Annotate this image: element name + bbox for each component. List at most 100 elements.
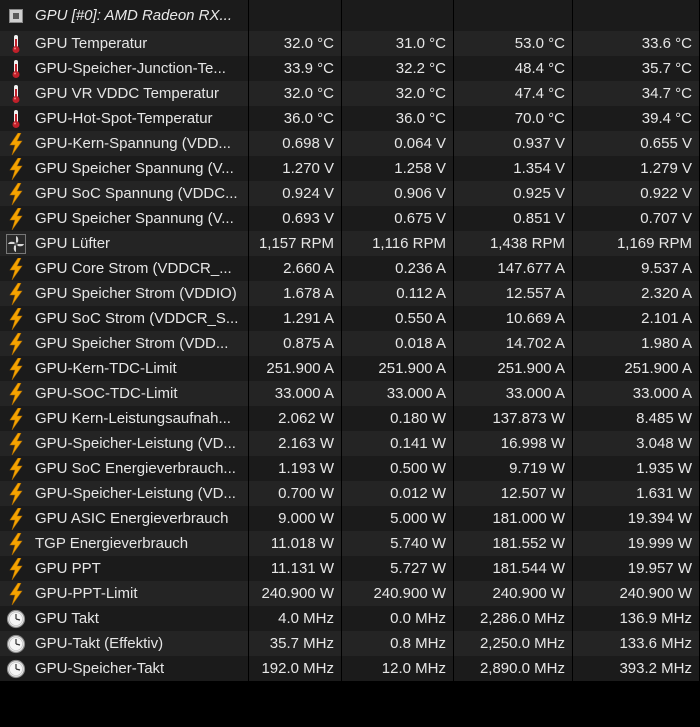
lightning-icon (6, 457, 26, 480)
lightning-icon (6, 382, 26, 405)
sensor-name-cell[interactable]: GPU-PPT-Limit (0, 581, 249, 606)
sensor-row[interactable]: GPU PPT 11.131 W 5.727 W 181.544 W 19.957 W (0, 556, 700, 581)
sensor-name-cell[interactable]: GPU-Speicher-Junction-Te... (0, 56, 249, 81)
sensor-row[interactable]: GPU SoC Spannung (VDDC... 0.924 V 0.906 V0… (0, 181, 700, 206)
sensor-row[interactable]: GPU-Speicher-Leistung (VD... 0.700 W 0.012… (0, 481, 700, 506)
average-value: 9.537 A (573, 256, 700, 281)
sensor-name-cell[interactable]: GPU PPT (0, 556, 249, 581)
sensor-row[interactable]: GPU Kern-Leistungsaufnah... 2.062 W 0.180 … (0, 406, 700, 431)
sensor-name-cell[interactable]: GPU-Hot-Spot-Temperatur (0, 106, 249, 131)
sensor-row[interactable]: GPU SoC Strom (VDDCR_S... 1.291 A 0.550 A1… (0, 306, 700, 331)
average-value: 3.048 W (573, 431, 700, 456)
sensor-name-cell[interactable]: GPU-Kern-Spannung (VDD... (0, 131, 249, 156)
chip-icon (6, 5, 26, 27)
sensor-row[interactable]: GPU Lüfter 1,157 RPM 1,116 RPM 1,438 RPM 1,1… (0, 231, 700, 256)
minimum-value: 0.018 A (342, 331, 454, 356)
sensor-name-cell[interactable]: GPU Speicher Spannung (V... (0, 156, 249, 181)
sensor-name-cell[interactable]: GPU VR VDDC Temperatur (0, 81, 249, 106)
current-value: 192.0 MHz (249, 656, 342, 681)
minimum-value: 0.180 W (342, 406, 454, 431)
sensor-label: GPU Core Strom (VDDCR_... (35, 260, 232, 277)
lightning-icon (6, 182, 26, 205)
sensor-row[interactable]: GPU-Kern-Spannung (VDD... 0.698 V 0.064 V0… (0, 131, 700, 156)
sensor-row[interactable]: GPU ASIC Energieverbrauch 9.000 W 5.000 W1… (0, 506, 700, 531)
sensor-name-cell[interactable]: GPU Core Strom (VDDCR_... (0, 256, 249, 281)
sensor-row[interactable]: GPU-Hot-Spot-Temperatur 36.0 °C 36.0 °C 70.… (0, 106, 700, 131)
sensor-row[interactable]: GPU-Speicher-Junction-Te... 33.9 °C 32.2 °… (0, 56, 700, 81)
maximum-value: 12.557 A (454, 281, 573, 306)
sensor-row[interactable]: GPU-Speicher-Leistung (VD... 2.163 W 0.141… (0, 431, 700, 456)
sensor-row[interactable]: GPU Speicher Spannung (V... 0.693 V 0.675 … (0, 206, 700, 231)
device-header-row[interactable]: GPU [#0]: AMD Radeon RX... (0, 0, 700, 31)
average-value: 2.320 A (573, 281, 700, 306)
lightning-icon (6, 507, 26, 530)
maximum-value: 10.669 A (454, 306, 573, 331)
sensor-label: GPU SoC Energieverbrauch... (35, 460, 236, 477)
sensor-row[interactable]: TGP Energieverbrauch 11.018 W 5.740 W 181.5… (0, 531, 700, 556)
current-value: 36.0 °C (249, 106, 342, 131)
sensor-name-cell[interactable]: GPU Speicher Spannung (V... (0, 206, 249, 231)
sensor-name-cell[interactable]: GPU Lüfter (0, 231, 249, 256)
average-value: 33.6 °C (573, 31, 700, 56)
header-empty-cell (342, 0, 454, 31)
maximum-value: 2,286.0 MHz (454, 606, 573, 631)
sensor-row[interactable]: GPU VR VDDC Temperatur 32.0 °C 32.0 °C 47.4… (0, 81, 700, 106)
current-value: 0.700 W (249, 481, 342, 506)
average-value: 133.6 MHz (573, 631, 700, 656)
sensor-name-cell[interactable]: GPU SoC Strom (VDDCR_S... (0, 306, 249, 331)
sensor-row[interactable]: GPU-Speicher-Takt 192.0 MHz 12.0 MHz 2,890.… (0, 656, 700, 681)
minimum-value: 0.064 V (342, 131, 454, 156)
sensor-name-cell[interactable]: GPU-Takt (Effektiv) (0, 631, 249, 656)
sensor-row[interactable]: GPU Speicher Strom (VDD... 0.875 A 0.018 A… (0, 331, 700, 356)
sensor-row[interactable]: GPU Speicher Spannung (V... 1.270 V 1.258 … (0, 156, 700, 181)
lightning-icon (6, 257, 26, 280)
device-header-cell[interactable]: GPU [#0]: AMD Radeon RX... (0, 0, 249, 31)
sensor-name-cell[interactable]: GPU SoC Energieverbrauch... (0, 456, 249, 481)
lightning-icon (6, 357, 26, 380)
sensor-name-cell[interactable]: GPU Speicher Strom (VDDIO) (0, 281, 249, 306)
sensor-row[interactable]: GPU-Takt (Effektiv) 35.7 MHz 0.8 MHz 2,250.… (0, 631, 700, 656)
sensor-name-cell[interactable]: GPU Kern-Leistungsaufnah... (0, 406, 249, 431)
header-empty-cell (573, 0, 700, 31)
sensor-name-cell[interactable]: GPU-Speicher-Takt (0, 656, 249, 681)
sensor-name-cell[interactable]: GPU SoC Spannung (VDDC... (0, 181, 249, 206)
sensor-label: TGP Energieverbrauch (35, 535, 189, 552)
sensor-label: GPU-Kern-Spannung (VDD... (35, 135, 231, 152)
sensor-row[interactable]: GPU SoC Energieverbrauch... 1.193 W 0.500 … (0, 456, 700, 481)
sensor-row[interactable]: GPU Core Strom (VDDCR_... 2.660 A 0.236 A1… (0, 256, 700, 281)
average-value: 0.922 V (573, 181, 700, 206)
sensor-label: GPU-Takt (Effektiv) (35, 635, 164, 652)
maximum-value: 12.507 W (454, 481, 573, 506)
sensor-row[interactable]: GPU-Kern-TDC-Limit 251.900 A 251.900 A 251.… (0, 356, 700, 381)
maximum-value: 251.900 A (454, 356, 573, 381)
average-value: 0.707 V (573, 206, 700, 231)
sensor-row[interactable]: GPU Speicher Strom (VDDIO) 1.678 A 0.112 A… (0, 281, 700, 306)
sensor-row[interactable]: GPU Temperatur 32.0 °C 31.0 °C 53.0 °C 33.6 … (0, 31, 700, 56)
lightning-icon (6, 582, 26, 605)
sensor-label: GPU-PPT-Limit (35, 585, 138, 602)
maximum-value: 14.702 A (454, 331, 573, 356)
sensor-row[interactable]: GPU Takt 4.0 MHz 0.0 MHz 2,286.0 MHz 136.9 M… (0, 606, 700, 631)
maximum-value: 2,250.0 MHz (454, 631, 573, 656)
sensor-label: GPU SoC Spannung (VDDC... (35, 185, 238, 202)
minimum-value: 33.000 A (342, 381, 454, 406)
sensor-name-cell[interactable]: GPU Temperatur (0, 31, 249, 56)
minimum-value: 0.906 V (342, 181, 454, 206)
sensor-row[interactable]: GPU-SOC-TDC-Limit 33.000 A 33.000 A 33.000 … (0, 381, 700, 406)
sensor-label: GPU Takt (35, 610, 99, 627)
sensor-name-cell[interactable]: GPU-SOC-TDC-Limit (0, 381, 249, 406)
fan-icon (6, 233, 26, 255)
sensor-name-cell[interactable]: GPU Takt (0, 606, 249, 631)
sensor-name-cell[interactable]: GPU ASIC Energieverbrauch (0, 506, 249, 531)
current-value: 2.163 W (249, 431, 342, 456)
sensor-name-cell[interactable]: GPU Speicher Strom (VDD... (0, 331, 249, 356)
sensor-label: GPU Lüfter (35, 235, 111, 252)
sensor-name-cell[interactable]: GPU-Speicher-Leistung (VD... (0, 431, 249, 456)
sensor-name-cell[interactable]: GPU-Kern-TDC-Limit (0, 356, 249, 381)
sensor-row[interactable]: GPU-PPT-Limit 240.900 W 240.900 W 240.900 W… (0, 581, 700, 606)
minimum-value: 5.000 W (342, 506, 454, 531)
sensor-name-cell[interactable]: TGP Energieverbrauch (0, 531, 249, 556)
sensor-name-cell[interactable]: GPU-Speicher-Leistung (VD... (0, 481, 249, 506)
minimum-value: 0.0 MHz (342, 606, 454, 631)
header-empty-cell (454, 0, 573, 31)
